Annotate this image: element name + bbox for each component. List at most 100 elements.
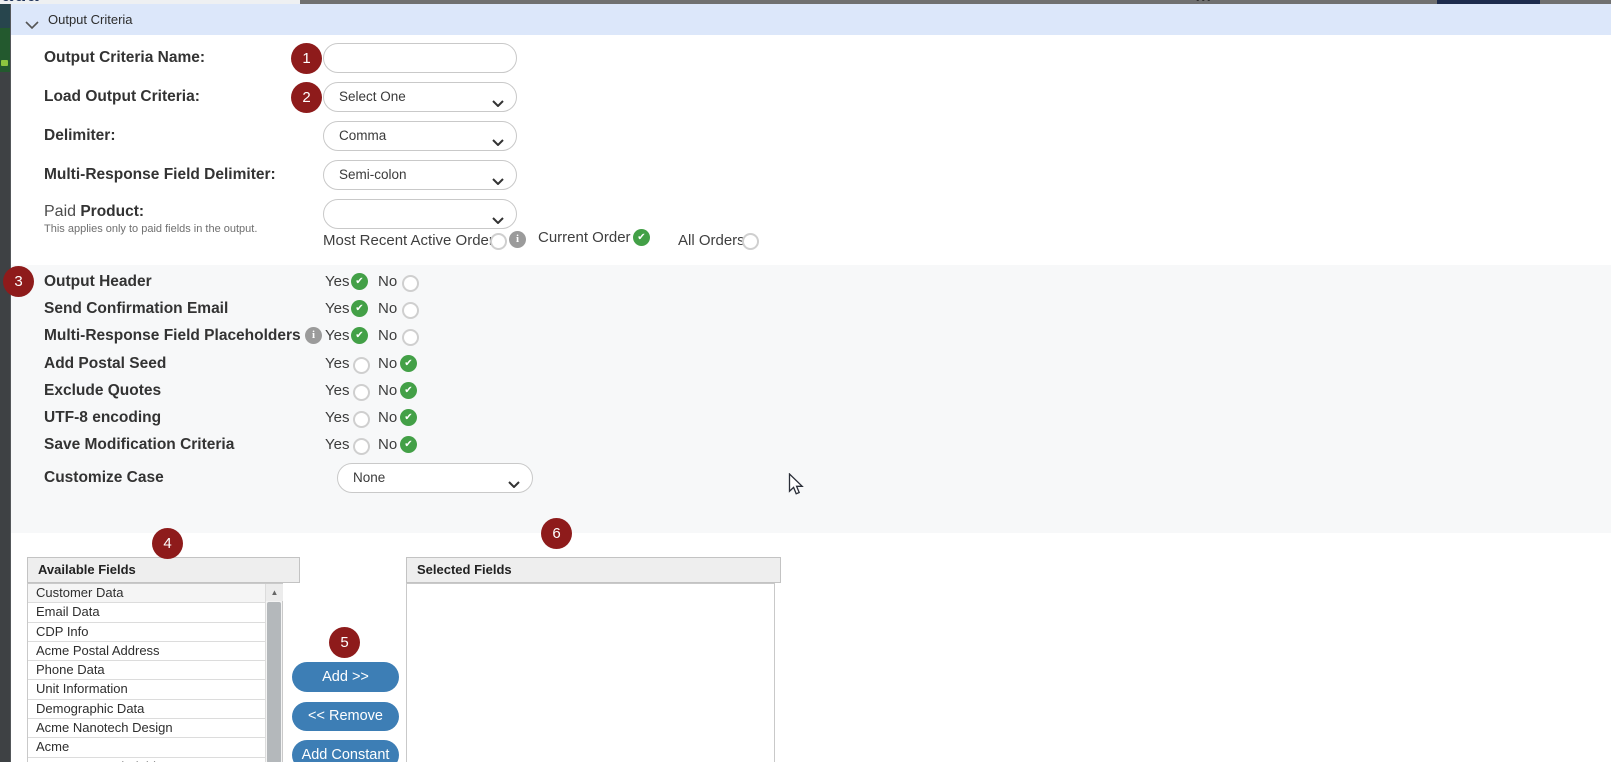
yes-radio-icon[interactable] (353, 411, 370, 428)
most-recent-active-order-radio[interactable] (490, 233, 507, 250)
list-item[interactable]: Acme Postal Address (28, 642, 266, 661)
list-item[interactable]: Acme (28, 738, 266, 757)
browser-tab-dark-segment (1437, 0, 1540, 4)
paid-product-label-bold: Product: (76, 203, 144, 220)
section-title: Output Criteria (48, 4, 133, 35)
list-item[interactable]: Demographic Data (28, 700, 266, 719)
list-item[interactable]: Acme Nanotech Design (28, 719, 266, 738)
available-fields-listbox[interactable]: Customer Data Email Data CDP Info Acme P… (27, 583, 283, 762)
section-header-bar[interactable]: Output Criteria (10, 4, 1611, 35)
toggle-row-save-modification-criteria: Save Modification Criteria Yes No (10, 431, 810, 458)
delimiter-label: Delimiter: (44, 121, 116, 151)
no-radio-icon[interactable] (402, 329, 419, 346)
multi-response-delimiter-select[interactable]: Semi-colon (323, 160, 517, 190)
selected-fields-title: Selected Fields (417, 558, 512, 582)
collapse-chevron-icon[interactable] (25, 16, 39, 34)
yes-radio-icon[interactable] (351, 327, 368, 344)
no-radio-icon[interactable] (400, 355, 417, 372)
list-item[interactable]: Customer Data (28, 584, 266, 603)
list-item-partial[interactable]: Engagement Id Fields (28, 758, 266, 762)
no-label: No (378, 350, 397, 377)
yes-label: Yes (325, 404, 349, 431)
delimiter-select[interactable]: Comma (323, 121, 517, 151)
yes-radio-icon[interactable] (353, 357, 370, 374)
toggle-row-send-confirmation-email: Send Confirmation Email Yes No (10, 295, 810, 322)
all-orders-radio[interactable] (742, 233, 759, 250)
remove-button[interactable]: << Remove (292, 702, 399, 731)
no-radio-icon[interactable] (402, 275, 419, 292)
browser-tab-light-segment: ada (0, 0, 300, 4)
list-item[interactable]: Phone Data (28, 661, 266, 680)
toggle-label: Save Modification Criteria (44, 431, 234, 458)
add-button[interactable]: Add >> (292, 662, 399, 692)
paid-product-label-light: Paid (44, 203, 76, 220)
list-item[interactable]: Email Data (28, 603, 266, 622)
toggle-label: Send Confirmation Email (44, 295, 228, 322)
chevron-down-icon (492, 94, 504, 112)
toggle-row-multi-response-placeholders: Multi-Response Field Placeholders i Yes … (10, 322, 810, 349)
delimiter-value: Comma (339, 122, 386, 150)
annotation-badge-5: 5 (329, 627, 360, 658)
toggle-row-output-header: Output Header Yes No (10, 268, 810, 295)
output-criteria-name-label: Output Criteria Name: (44, 43, 205, 73)
list-item[interactable]: Unit Information (28, 680, 266, 699)
yes-radio-icon[interactable] (353, 384, 370, 401)
no-label: No (378, 295, 397, 322)
all-orders-label: All Orders (678, 232, 745, 250)
yes-radio-icon[interactable] (351, 273, 368, 290)
yes-label: Yes (325, 295, 349, 322)
scrollbar-thumb[interactable] (267, 602, 281, 762)
multi-response-delimiter-value: Semi-colon (339, 161, 407, 189)
info-icon[interactable]: i (305, 327, 322, 344)
tab-dots-fragment: ••• (1196, 0, 1218, 4)
available-fields-title: Available Fields (38, 558, 136, 582)
most-recent-active-order-label: Most Recent Active Order (323, 232, 494, 250)
add-constant-button[interactable]: Add Constant (292, 740, 399, 762)
toggle-label: Multi-Response Field Placeholders (44, 322, 301, 349)
yes-label: Yes (325, 322, 349, 349)
paid-product-label: Paid Product: This applies only to paid … (44, 201, 257, 236)
left-edge-strip (0, 0, 11, 762)
no-radio-icon[interactable] (400, 409, 417, 426)
no-label: No (378, 404, 397, 431)
annotation-badge-4: 4 (152, 528, 183, 559)
yes-radio-icon[interactable] (351, 300, 368, 317)
toggle-label: Add Postal Seed (44, 350, 166, 377)
chevron-down-icon (492, 211, 504, 229)
customize-case-label: Customize Case (44, 463, 164, 493)
customize-case-select[interactable]: None (337, 463, 533, 493)
selected-fields-listbox[interactable] (406, 583, 775, 762)
customize-case-value: None (353, 464, 385, 492)
no-radio-icon[interactable] (402, 302, 419, 319)
left-strip-teal-segment (0, 0, 10, 28)
toggle-row-add-postal-seed: Add Postal Seed Yes No (10, 350, 810, 377)
toggle-row-utf8-encoding: UTF-8 encoding Yes No (10, 404, 810, 431)
toggle-row-exclude-quotes: Exclude Quotes Yes No (10, 377, 810, 404)
selected-fields-header: Selected Fields (406, 557, 781, 583)
no-label: No (378, 322, 397, 349)
info-icon[interactable]: i (509, 231, 526, 248)
mouse-cursor (788, 473, 804, 502)
scroll-up-icon[interactable]: ▲ (266, 584, 283, 601)
scrollbar[interactable]: ▲ (265, 584, 282, 762)
no-radio-icon[interactable] (400, 382, 417, 399)
browser-top-sliver: ada ••• (0, 0, 1611, 4)
paid-product-select[interactable] (323, 199, 517, 229)
annotation-badge-1: 1 (291, 43, 322, 74)
no-radio-icon[interactable] (400, 436, 417, 453)
output-criteria-name-input[interactable] (323, 43, 517, 73)
list-item[interactable]: CDP Info (28, 623, 266, 642)
toggle-label: Output Header (44, 268, 152, 295)
current-order-check-icon[interactable] (633, 229, 650, 246)
yes-label: Yes (325, 377, 349, 404)
chevron-down-icon (492, 172, 504, 190)
logo-fragment: ada (2, 0, 39, 4)
no-label: No (378, 377, 397, 404)
output-criteria-page: ada ••• Output Criteria Output Criteria … (0, 0, 1611, 762)
yes-radio-icon[interactable] (353, 438, 370, 455)
toggle-label: Exclude Quotes (44, 377, 161, 404)
available-fields-header: Available Fields (27, 557, 300, 583)
load-output-criteria-select[interactable]: Select One (323, 82, 517, 112)
yes-label: Yes (325, 350, 349, 377)
chevron-down-icon (492, 133, 504, 151)
